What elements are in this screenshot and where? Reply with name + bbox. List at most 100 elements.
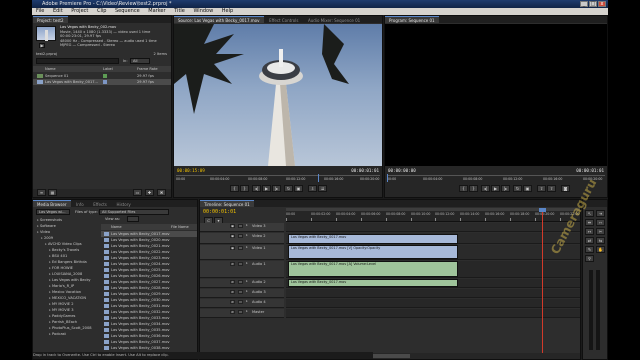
track-header[interactable]: ◉ ▸ Video 2 bbox=[200, 233, 284, 244]
track-select-tool-icon[interactable]: ⇥ bbox=[596, 210, 605, 217]
column-file-name[interactable]: File Name bbox=[171, 224, 189, 230]
list-view-icon[interactable]: ≡ bbox=[37, 189, 46, 196]
lock-icon[interactable] bbox=[238, 300, 243, 304]
lock-icon[interactable] bbox=[238, 290, 243, 294]
tab-effects[interactable]: Effects bbox=[89, 201, 111, 208]
menu-marker[interactable]: Marker bbox=[148, 8, 165, 14]
tab-media-browser[interactable]: Media Browser bbox=[33, 200, 71, 207]
toggle-audio-icon[interactable]: ♪ bbox=[230, 310, 235, 314]
track-header[interactable]: ♪ ▸ Master bbox=[200, 309, 284, 318]
lock-icon[interactable] bbox=[238, 310, 243, 314]
timeline-ruler[interactable]: 00:00 00:00:02:00 00:00:04:00 00:00:06:00 00… bbox=[286, 208, 580, 222]
expand-triangle-icon[interactable]: ▸ bbox=[246, 233, 248, 237]
source-timecode-current[interactable]: 00:00:15:09 bbox=[177, 168, 205, 173]
toggle-audio-icon[interactable]: ♪ bbox=[230, 280, 235, 284]
toggle-output-icon[interactable]: ◉ bbox=[230, 224, 235, 228]
source-playhead[interactable] bbox=[318, 174, 319, 182]
export-frame-icon[interactable]: ◙ bbox=[561, 185, 570, 192]
track-header[interactable]: ◉ ▸ Video 3 bbox=[200, 223, 284, 232]
program-time-ruler[interactable]: 00:00 00:00:04:00 00:00:08:00 00:00:12:0… bbox=[387, 174, 605, 182]
icon-view-icon[interactable]: ▦ bbox=[48, 189, 57, 196]
menu-title[interactable]: Title bbox=[174, 8, 185, 14]
rolling-edit-tool-icon[interactable]: ⇿ bbox=[596, 219, 605, 226]
maximize-button[interactable]: □ bbox=[589, 1, 597, 7]
selection-tool-icon[interactable]: ↖ bbox=[585, 210, 594, 217]
tab-source[interactable]: Source: Las Vegas with Becky_0017.mov bbox=[174, 16, 264, 23]
extract-icon[interactable]: ⇪ bbox=[547, 185, 556, 192]
razor-tool-icon[interactable]: ✂ bbox=[596, 228, 605, 235]
minimize-button[interactable]: _ bbox=[580, 1, 588, 7]
tab-effect-controls[interactable]: Effect Controls bbox=[265, 17, 302, 24]
expand-triangle-icon[interactable]: ▸ bbox=[246, 245, 248, 249]
column-name[interactable]: Name bbox=[111, 224, 122, 230]
expand-triangle-icon[interactable]: ▸ bbox=[246, 279, 248, 283]
track-lane[interactable] bbox=[286, 299, 580, 308]
menu-help[interactable]: Help bbox=[222, 8, 233, 14]
file-list-item[interactable]: Las Vegas with Becky_0038.mov bbox=[101, 345, 197, 351]
program-video-frame[interactable] bbox=[385, 24, 607, 166]
insert-icon[interactable]: ⇩ bbox=[308, 185, 317, 192]
pen-tool-icon[interactable]: ✎ bbox=[585, 246, 594, 253]
track-header[interactable]: ♪ ▸ Audio 3 bbox=[200, 289, 284, 298]
playhead-handle[interactable] bbox=[539, 208, 546, 212]
new-item-icon[interactable]: ✚ bbox=[145, 189, 154, 196]
audio-clip[interactable]: Las Vegas with Becky_0017.mov bbox=[288, 279, 458, 287]
lift-icon[interactable]: ⇧ bbox=[537, 185, 546, 192]
project-search-input[interactable] bbox=[36, 58, 119, 64]
menu-window[interactable]: Window bbox=[193, 8, 213, 14]
play-icon[interactable]: ▶ bbox=[491, 185, 500, 192]
zoom-tool-icon[interactable]: ⚲ bbox=[585, 255, 594, 262]
close-button[interactable]: x bbox=[598, 1, 606, 7]
step-forward-icon[interactable]: |▸ bbox=[272, 185, 281, 192]
timeline-playhead[interactable] bbox=[542, 208, 543, 354]
toggle-audio-icon[interactable]: ♪ bbox=[230, 262, 235, 266]
timeline-timecode[interactable]: 00:00:01:01 bbox=[203, 209, 236, 215]
safe-margins-icon[interactable]: ▣ bbox=[523, 185, 532, 192]
lock-icon[interactable] bbox=[238, 280, 243, 284]
search-in-select[interactable]: All bbox=[130, 58, 150, 64]
menu-project[interactable]: Project bbox=[71, 8, 88, 14]
track-header[interactable]: ◉ ▸ Video 1 bbox=[200, 245, 284, 260]
mark-in-icon[interactable]: { bbox=[459, 185, 468, 192]
video-clip[interactable]: Las Vegas with Becky_0017.mov bbox=[288, 234, 458, 244]
project-item[interactable]: Las Vegas with Becky_0017... 29.97 fps bbox=[33, 79, 171, 85]
track-header[interactable]: ♪ ▸ Audio 2 bbox=[200, 279, 284, 288]
menu-edit[interactable]: Edit bbox=[53, 8, 63, 14]
ripple-edit-tool-icon[interactable]: ⇹ bbox=[585, 219, 594, 226]
loop-icon[interactable]: ↻ bbox=[284, 185, 293, 192]
tab-program[interactable]: Program: Sequence 01 bbox=[385, 16, 439, 23]
track-lane[interactable] bbox=[286, 223, 580, 232]
rate-stretch-tool-icon[interactable]: ↔ bbox=[585, 228, 594, 235]
trash-icon[interactable]: ✖ bbox=[157, 189, 166, 196]
hand-tool-icon[interactable]: ✋ bbox=[596, 246, 605, 253]
folder-tree-item[interactable]: ▸ Podcast bbox=[35, 331, 99, 337]
tab-info[interactable]: Info bbox=[72, 201, 88, 208]
mark-in-icon[interactable]: { bbox=[230, 185, 239, 192]
video-clip[interactable]: Las Vegas with Becky_0017.mov [V] Opacit… bbox=[288, 245, 458, 259]
source-video-frame[interactable] bbox=[174, 24, 382, 166]
mark-out-icon[interactable]: } bbox=[469, 185, 478, 192]
track-header[interactable]: ♪ ▸ Audio 1 bbox=[200, 261, 284, 278]
zoom-scroll-bar[interactable] bbox=[286, 208, 580, 211]
expand-triangle-icon[interactable]: ▸ bbox=[246, 309, 248, 313]
program-playhead[interactable] bbox=[387, 174, 388, 182]
files-type-select[interactable]: All Supported Files bbox=[99, 209, 169, 215]
expand-triangle-icon[interactable]: ▸ bbox=[246, 261, 248, 265]
audio-clip[interactable]: Las Vegas with Becky_0017.mov [A] Volume… bbox=[288, 261, 458, 277]
safe-margins-icon[interactable]: ▣ bbox=[294, 185, 303, 192]
column-label[interactable]: Label bbox=[103, 66, 113, 72]
expand-triangle-icon[interactable]: ▸ bbox=[246, 289, 248, 293]
toggle-audio-icon[interactable]: ♪ bbox=[230, 300, 235, 304]
play-icon[interactable]: ▶ bbox=[262, 185, 271, 192]
track-header[interactable]: ♪ ▸ Audio 4 bbox=[200, 299, 284, 308]
step-back-icon[interactable]: ◂| bbox=[481, 185, 490, 192]
lock-icon[interactable] bbox=[238, 224, 243, 228]
lock-icon[interactable] bbox=[238, 246, 243, 250]
mark-out-icon[interactable]: } bbox=[240, 185, 249, 192]
toggle-output-icon[interactable]: ◉ bbox=[230, 234, 235, 238]
tab-audio-mixer[interactable]: Audio Mixer: Sequence 01 bbox=[304, 17, 364, 24]
toggle-output-icon[interactable]: ◉ bbox=[230, 246, 235, 250]
play-thumbnail-button[interactable]: ▶ bbox=[39, 43, 45, 48]
column-name[interactable]: Name bbox=[45, 66, 56, 72]
column-frame-rate[interactable]: Frame Rate bbox=[137, 66, 158, 72]
